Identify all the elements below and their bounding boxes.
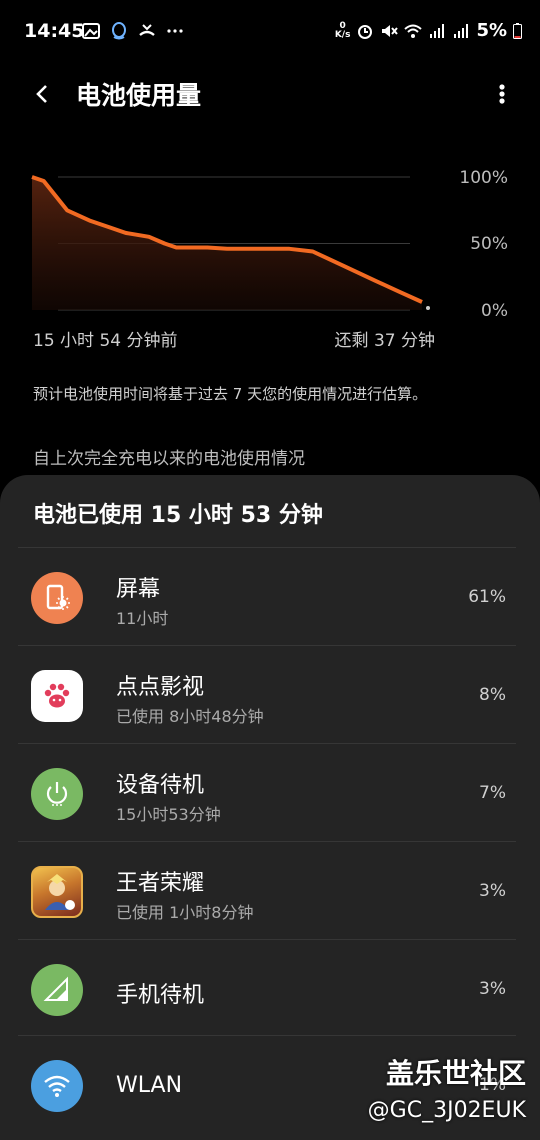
net-speed: 0 K/s	[334, 21, 351, 40]
chart-remaining-label: 还剩 37 分钟	[334, 331, 435, 351]
battery-chart: 100% 50% 0%	[0, 150, 540, 330]
usage-row-device-idle[interactable]: 设备待机 15小时53分钟 7%	[18, 743, 516, 841]
y-tick-label: 50%	[470, 234, 508, 254]
net-speed-unit: K/s	[334, 29, 351, 40]
more-dots-icon	[167, 29, 183, 33]
app-name: 王者荣耀	[116, 871, 205, 896]
status-bar: 14:45 0 K/s 5%	[0, 0, 540, 66]
y-tick-label: 0%	[481, 301, 508, 321]
status-left-icons	[82, 22, 184, 40]
watermark-handle: @GC_3J02EUK	[367, 1098, 526, 1123]
power-standby-icon	[31, 768, 83, 820]
paw-icon	[31, 670, 83, 722]
y-tick-label: 100%	[459, 168, 508, 188]
alarm-icon	[358, 24, 373, 39]
app-name: 点点影视	[116, 675, 205, 700]
app-percent: 7%	[479, 783, 506, 803]
status-right-icons: 0 K/s 5%	[335, 20, 522, 41]
screen-brightness-icon	[31, 572, 83, 624]
app-usage-time: 11小时	[116, 609, 169, 628]
back-arrow-icon[interactable]	[28, 78, 60, 110]
app-name: 手机待机	[116, 983, 205, 1008]
usage-row-phone-idle[interactable]: 手机待机 3%	[18, 939, 516, 1037]
app-percent: 8%	[479, 685, 506, 705]
status-time: 14:45	[24, 20, 85, 42]
battery-icon	[513, 22, 522, 39]
app-usage-time: 已使用 8小时48分钟	[116, 707, 264, 726]
app-name: 屏幕	[116, 577, 161, 602]
watermark-brand: 盖乐世社区	[385, 1057, 526, 1090]
page-title: 电池使用量	[76, 81, 202, 110]
app-usage-time: 已使用 1小时8分钟	[116, 903, 254, 922]
image-icon	[82, 23, 100, 39]
chart-start-label: 15 小时 54 分钟前	[33, 331, 178, 351]
app-percent: 3%	[479, 979, 506, 999]
app-usage-time: 15小时53分钟	[116, 805, 221, 824]
cell-signal-icon	[31, 964, 83, 1016]
mute-icon	[382, 24, 399, 37]
signal-4g-icon	[454, 23, 469, 38]
usage-row-screen[interactable]: 屏幕 11小时 61%	[18, 547, 516, 645]
more-vert-icon[interactable]	[492, 78, 512, 110]
usage-title: 电池已使用 15 小时 53 分钟	[33, 503, 323, 528]
app-percent: 61%	[468, 587, 506, 607]
game-avatar-icon	[31, 866, 83, 918]
projected-end-point	[426, 306, 430, 310]
app-percent: 3%	[479, 881, 506, 901]
signal-4g-icon	[430, 23, 445, 38]
section-header: 自上次完全充电以来的电池使用情况	[33, 449, 305, 469]
battery-percent: 5%	[476, 20, 507, 41]
wifi-icon	[404, 24, 423, 38]
usage-row-diandian[interactable]: 点点影视 已使用 8小时48分钟 8%	[18, 645, 516, 743]
watermark: 盖乐世社区 @GC_3J02EUK	[368, 1052, 526, 1123]
usage-row-honor-of-kings[interactable]: 王者荣耀 已使用 1小时8分钟 3%	[18, 841, 516, 939]
app-name: WLAN	[116, 1073, 183, 1098]
estimate-note: 预计电池使用时间将基于过去 7 天您的使用情况进行估算。	[33, 385, 428, 403]
wifi-icon	[31, 1060, 83, 1112]
app-name: 设备待机	[116, 773, 205, 798]
qq-icon	[112, 22, 126, 40]
missed-call-icon	[139, 24, 155, 36]
app-header: 电池使用量	[0, 66, 540, 126]
usage-card: 电池已使用 15 小时 53 分钟 屏幕 11小时 61% 点点影视 已使用 8…	[0, 475, 540, 1140]
